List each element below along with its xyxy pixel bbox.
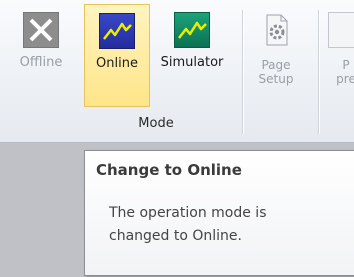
page-setup-label-line2: Setup [258,72,294,86]
tooltip-body: The operation mode is changed to Online. [109,202,349,248]
offline-x-icon [23,12,59,48]
simulator-button[interactable]: Simulator [151,4,233,71]
online-tooltip: Change to Online The operation mode is c… [84,150,354,276]
ribbon-button-divider [318,10,320,134]
online-waveform-icon [99,13,135,49]
print-preview-label-line2: pre [336,72,354,86]
page-setup-gear-icon [258,12,294,48]
mode-group-label: Mode [138,116,174,131]
simulator-label: Simulator [160,55,224,70]
online-button[interactable]: Online [84,4,150,107]
online-label: Online [96,56,138,71]
print-preview-label-line1: P [342,58,350,72]
page-setup-label-line1: Page [261,58,291,72]
offline-button[interactable]: Offline [14,4,68,71]
tooltip-body-line1: The operation mode is [109,205,267,221]
page-setup-button[interactable]: Page Setup [252,4,300,86]
print-preview-icon [328,12,354,48]
offline-label: Offline [19,55,63,70]
ribbon-toolbar: Offline Online Simulator Mode Page Setup… [0,0,354,143]
simulator-waveform-icon [174,12,210,48]
tooltip-title: Change to Online [96,161,242,179]
print-preview-button[interactable]: P pre [326,4,354,86]
tooltip-body-line2: changed to Online. [109,228,242,244]
ribbon-group-divider [242,10,244,134]
